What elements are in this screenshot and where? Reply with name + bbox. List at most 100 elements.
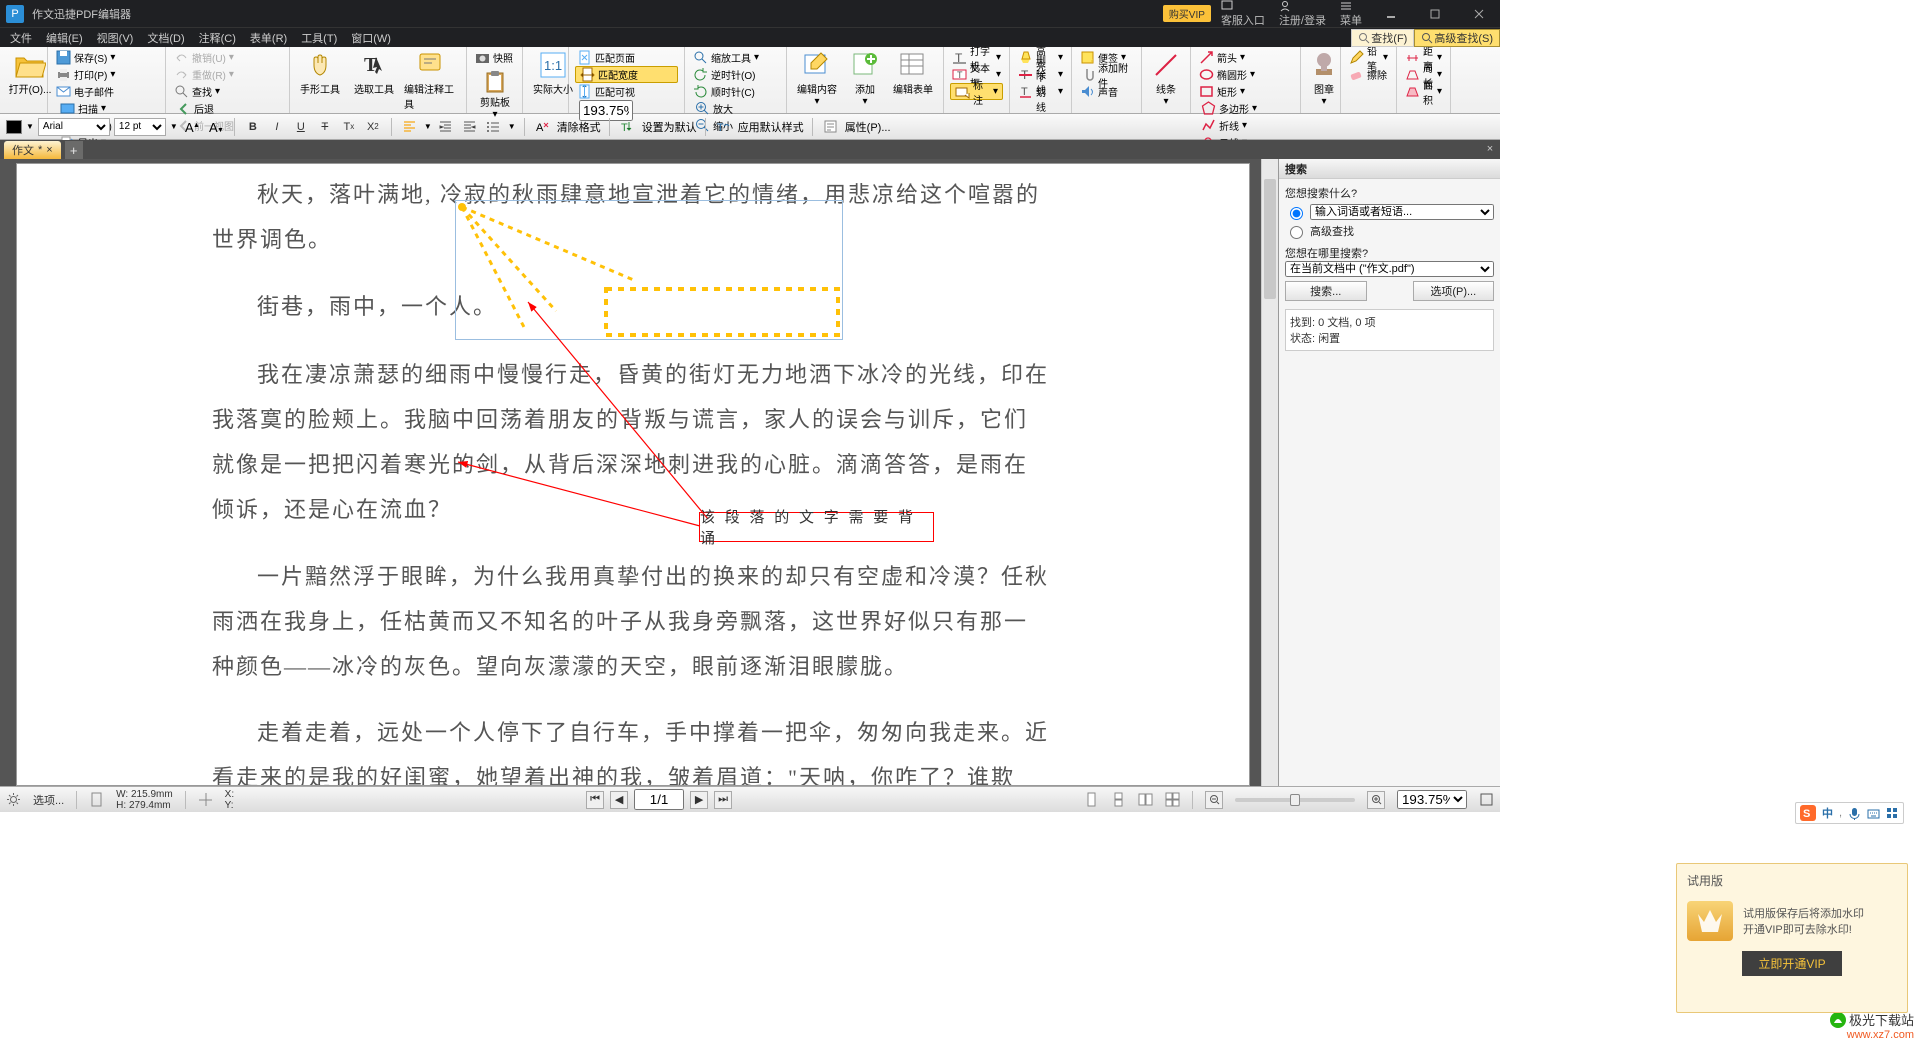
pencil-button[interactable]: 铅笔▾ [1347, 49, 1390, 66]
polyline-shape-button[interactable]: 折线▾ [1199, 117, 1294, 134]
options-button[interactable]: 选项... [33, 792, 64, 808]
layout-facing-icon[interactable] [1138, 792, 1153, 807]
document-tab[interactable]: 作文 * × [4, 141, 61, 159]
nav-first-button[interactable]: ⏮ [586, 791, 604, 809]
gear-icon[interactable] [6, 792, 21, 807]
zoom-in-button[interactable]: 放大 [693, 100, 780, 117]
window-maximize-button[interactable] [1420, 4, 1450, 24]
page-number-input[interactable] [634, 789, 684, 810]
buy-vip-button[interactable]: 购买VIP [1163, 5, 1211, 22]
nav-last-button[interactable]: ⏭ [714, 791, 732, 809]
area-button[interactable]: 面积▾ [1403, 83, 1444, 100]
arrow-shape-button[interactable]: 箭头▾ [1197, 49, 1294, 66]
open-button[interactable]: 打开(O)... [6, 49, 54, 96]
clear-format-button[interactable]: 清除格式 [557, 119, 601, 135]
menu-file[interactable]: 文件 [10, 30, 32, 46]
advanced-search-radio[interactable]: 高级查找 [1285, 223, 1494, 239]
layout-continuous-icon[interactable] [1111, 792, 1126, 807]
main-menu-button[interactable]: 菜单 [1340, 0, 1362, 28]
scan-button[interactable]: 扫描▾ [58, 100, 159, 117]
search-term-radio[interactable]: 输入词语或者短语... [1285, 204, 1494, 220]
add-button[interactable]: 添加▾ [847, 49, 883, 107]
fit-width-button[interactable]: 匹配宽度 [575, 66, 678, 83]
keyboard-icon[interactable] [1867, 807, 1880, 820]
zoom-in-status-button[interactable] [1367, 791, 1385, 809]
search-term-input[interactable]: 输入词语或者短语... [1310, 204, 1494, 220]
subscript-button[interactable]: Tx [339, 117, 359, 137]
apply-default-button[interactable]: 应用默认样式 [738, 119, 804, 135]
align-left-button[interactable] [400, 117, 420, 137]
decrease-font-button[interactable]: A▼ [206, 117, 226, 137]
set-default-button[interactable]: 设置为默认 [642, 119, 697, 135]
find-ribbon-button[interactable]: 查找▾ [172, 83, 283, 100]
mic-icon[interactable] [1848, 807, 1861, 820]
hand-tool-button[interactable]: 手形工具 [296, 49, 344, 96]
save-button[interactable]: 保存(S)▾ [54, 49, 159, 66]
email-button[interactable]: 电子邮件 [54, 83, 159, 100]
layout-single-icon[interactable] [1084, 792, 1099, 807]
increase-font-button[interactable]: A▲ [182, 117, 202, 137]
document-viewport[interactable]: 秋天，落叶满地, 冷寂的秋雨肆意地宣泄着它的情绪，用悲凉给这个喧嚣的世界调色。 … [0, 159, 1278, 786]
window-close-button[interactable] [1464, 4, 1494, 24]
redo2-button[interactable]: 重做(R)▾ [172, 66, 283, 83]
print-button[interactable]: 打印(P)▾ [54, 66, 159, 83]
layout-book-icon[interactable] [1165, 792, 1180, 807]
rect-shape-button[interactable]: 矩形▾ [1197, 83, 1294, 100]
fit-visible-button[interactable]: 匹配可视 [575, 83, 678, 100]
fit-page-button[interactable]: 匹配页面 [575, 49, 678, 66]
text-color-swatch[interactable] [6, 120, 22, 134]
back-button[interactable]: 后退 [174, 100, 283, 117]
zoom-level-select[interactable]: 193.75% [1397, 790, 1467, 809]
menu-edit[interactable]: 编辑(E) [46, 30, 83, 46]
search-go-button[interactable]: 搜索... [1285, 281, 1367, 301]
zoom-tools-button[interactable]: 缩放工具▾ [691, 49, 780, 66]
tab-close-icon[interactable]: × [46, 144, 52, 156]
vertical-scrollbar[interactable] [1261, 159, 1278, 786]
zoom-slider[interactable] [1235, 798, 1355, 802]
new-tab-button[interactable]: + [65, 141, 83, 159]
menu-window[interactable]: 窗口(W) [351, 30, 391, 46]
edit-comment-tool-button[interactable]: 编辑注释工具 [404, 49, 460, 111]
polygon-shape-button[interactable]: 多边形▾ [1199, 100, 1294, 117]
find-button[interactable]: 查找(F) [1351, 29, 1414, 47]
list-button[interactable] [484, 117, 504, 137]
underline-button[interactable]: T下划线▾ [1016, 83, 1065, 100]
edit-content-button[interactable]: 编辑内容▾ [793, 49, 841, 107]
strikethrough-text-button[interactable]: T [315, 117, 335, 137]
line-tool-button[interactable]: 线条▾ [1148, 49, 1184, 107]
font-size-select[interactable]: 12 pt [114, 118, 166, 136]
nav-next-button[interactable]: ▶ [690, 791, 708, 809]
ime-toolbar[interactable]: S 中, [1795, 802, 1904, 824]
bold-button[interactable]: B [243, 117, 263, 137]
underline-text-button[interactable]: U [291, 117, 311, 137]
advanced-find-button[interactable]: 高级查找(S) [1414, 29, 1500, 47]
menu-comment[interactable]: 注释(C) [199, 30, 236, 46]
snapshot-button[interactable]: 快照 [473, 49, 516, 66]
menu-form[interactable]: 表单(R) [250, 30, 287, 46]
add-attachment-button[interactable]: 添加附件 [1078, 66, 1135, 83]
fullscreen-icon[interactable] [1479, 792, 1494, 807]
menu-tools[interactable]: 工具(T) [301, 30, 337, 46]
eraser-button[interactable]: 擦除 [1347, 66, 1390, 83]
customer-service-link[interactable]: 客服入口 [1221, 0, 1265, 28]
ellipse-shape-button[interactable]: 椭圆形▾ [1197, 66, 1294, 83]
login-link[interactable]: 注册/登录 [1279, 0, 1326, 28]
undo-button[interactable]: 撤销(U)▾ [172, 49, 283, 66]
rotate-ccw-button[interactable]: 逆时针(O) [691, 66, 780, 83]
open-vip-button[interactable]: 立即开通VIP [1742, 951, 1841, 976]
search-options-button[interactable]: 选项(P)... [1413, 281, 1495, 301]
zoom-out-status-button[interactable] [1205, 791, 1223, 809]
window-minimize-button[interactable] [1376, 4, 1406, 24]
grid-icon[interactable] [1886, 807, 1899, 820]
sound-button[interactable]: 声音 [1078, 83, 1135, 100]
menu-view[interactable]: 视图(V) [97, 30, 134, 46]
stamp-button[interactable]: 图章▾ [1307, 49, 1341, 107]
edit-form-button[interactable]: 编辑表单 [889, 49, 937, 96]
properties-button[interactable]: 属性(P)... [845, 119, 891, 135]
italic-button[interactable]: I [267, 117, 287, 137]
superscript-button[interactable]: X2 [363, 117, 383, 137]
menu-document[interactable]: 文档(D) [147, 30, 184, 46]
indent-right-button[interactable] [460, 117, 480, 137]
indent-left-button[interactable] [436, 117, 456, 137]
select-tool-button[interactable]: T选取工具 [350, 49, 398, 96]
